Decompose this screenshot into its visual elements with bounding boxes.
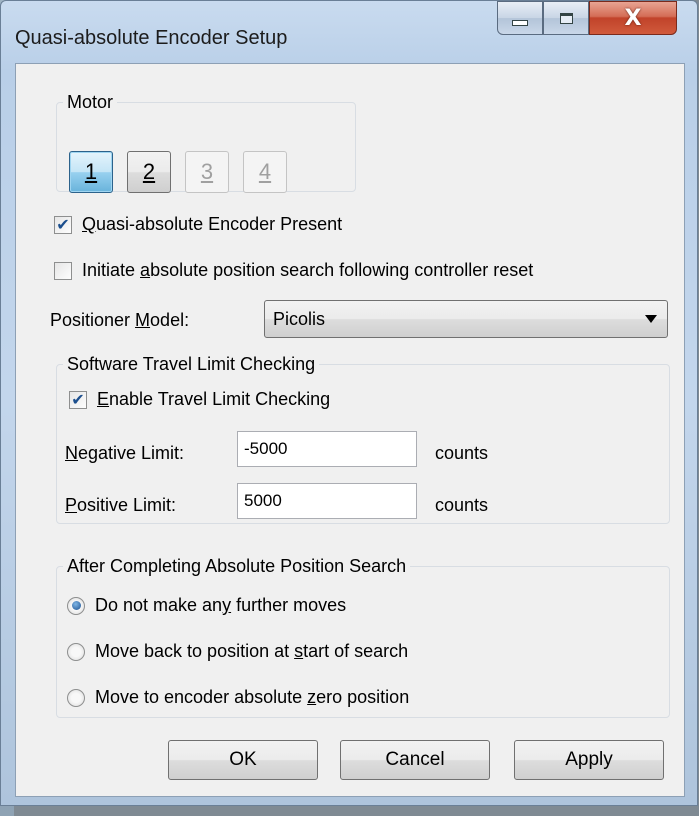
encoder-present-checkbox[interactable]: ✔ — [54, 215, 72, 234]
minimize-button[interactable] — [497, 1, 543, 35]
apply-button[interactable]: Apply — [514, 740, 664, 780]
after-option-move-zero[interactable]: Move to encoder absolute zero position — [67, 687, 409, 708]
encoder-present-label: Quasi-absolute Encoder Present — [82, 214, 343, 234]
minimize-icon — [512, 20, 528, 26]
positive-limit-input[interactable]: 5000 — [237, 483, 417, 519]
initiate-search-checkbox[interactable] — [54, 261, 72, 280]
move-back-label: Move back to position at start of search — [95, 641, 409, 661]
enable-travel-row[interactable]: ✔ Enable Travel Limit Checking — [69, 389, 330, 410]
positive-limit-unit: counts — [435, 495, 489, 515]
after-search-group: After Completing Absolute Position Searc… — [56, 556, 670, 718]
motor-4-button: 4 — [243, 151, 287, 193]
after-option-no-moves[interactable]: Do not make any further moves — [67, 595, 346, 616]
travel-limit-legend: Software Travel Limit Checking — [67, 354, 316, 374]
dialog-client-area: Motor 1 2 3 4 ✔ Quasi-absolute Encoder P… — [15, 63, 685, 797]
after-option-move-back[interactable]: Move back to position at start of search — [67, 641, 408, 662]
motor-buttons: 1 2 3 4 — [69, 151, 287, 193]
title-bar[interactable]: Quasi-absolute Encoder Setup X — [1, 1, 697, 61]
close-icon: X — [624, 5, 642, 31]
radio-selected-dot — [71, 601, 81, 610]
dialog-window: Quasi-absolute Encoder Setup X Motor 1 2… — [0, 0, 698, 806]
initiate-search-row[interactable]: Initiate absolute position search follow… — [54, 260, 533, 281]
cancel-button[interactable]: Cancel — [340, 740, 490, 780]
move-zero-radio[interactable] — [67, 688, 85, 707]
positive-limit-label: Positive Limit: — [65, 495, 177, 515]
motor-group-legend: Motor — [67, 92, 114, 112]
motor-2-button[interactable]: 2 — [127, 151, 171, 193]
no-moves-label: Do not make any further moves — [95, 595, 347, 615]
ok-button[interactable]: OK — [168, 740, 318, 780]
motor-1-button[interactable]: 1 — [69, 151, 113, 193]
positioner-model-value: Picolis — [273, 308, 326, 329]
negative-limit-input[interactable]: -5000 — [237, 431, 417, 467]
no-moves-radio[interactable] — [67, 596, 85, 615]
positioner-model-select[interactable]: Picolis — [264, 300, 668, 338]
enable-travel-checkbox[interactable]: ✔ — [69, 390, 87, 409]
initiate-search-label: Initiate absolute position search follow… — [82, 260, 534, 280]
negative-limit-label: Negative Limit: — [65, 443, 185, 463]
window-title: Quasi-absolute Encoder Setup — [15, 27, 288, 49]
caption-buttons: X — [497, 1, 677, 37]
after-search-legend: After Completing Absolute Position Searc… — [67, 556, 407, 576]
maximize-icon — [559, 12, 573, 24]
move-back-radio[interactable] — [67, 642, 85, 661]
maximize-button[interactable] — [543, 1, 589, 35]
chevron-down-icon — [645, 315, 657, 323]
checkmark-icon: ✔ — [71, 390, 85, 409]
positioner-model-label: Positioner Model: — [50, 310, 190, 330]
negative-limit-unit: counts — [435, 443, 489, 463]
checkmark-icon: ✔ — [56, 215, 70, 234]
move-zero-label: Move to encoder absolute zero position — [95, 687, 410, 707]
motor-3-button: 3 — [185, 151, 229, 193]
encoder-present-row[interactable]: ✔ Quasi-absolute Encoder Present — [54, 214, 342, 235]
enable-travel-label: Enable Travel Limit Checking — [97, 389, 331, 409]
motor-group: Motor 1 2 3 4 — [56, 92, 356, 193]
travel-limit-group: Software Travel Limit Checking ✔ Enable … — [56, 354, 670, 524]
close-button[interactable]: X — [589, 1, 677, 35]
